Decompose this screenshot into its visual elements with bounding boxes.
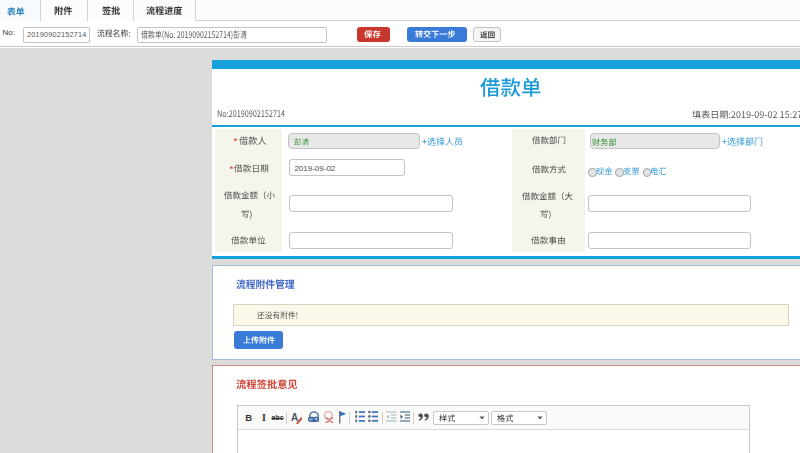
svg-text:A: A xyxy=(291,412,298,423)
